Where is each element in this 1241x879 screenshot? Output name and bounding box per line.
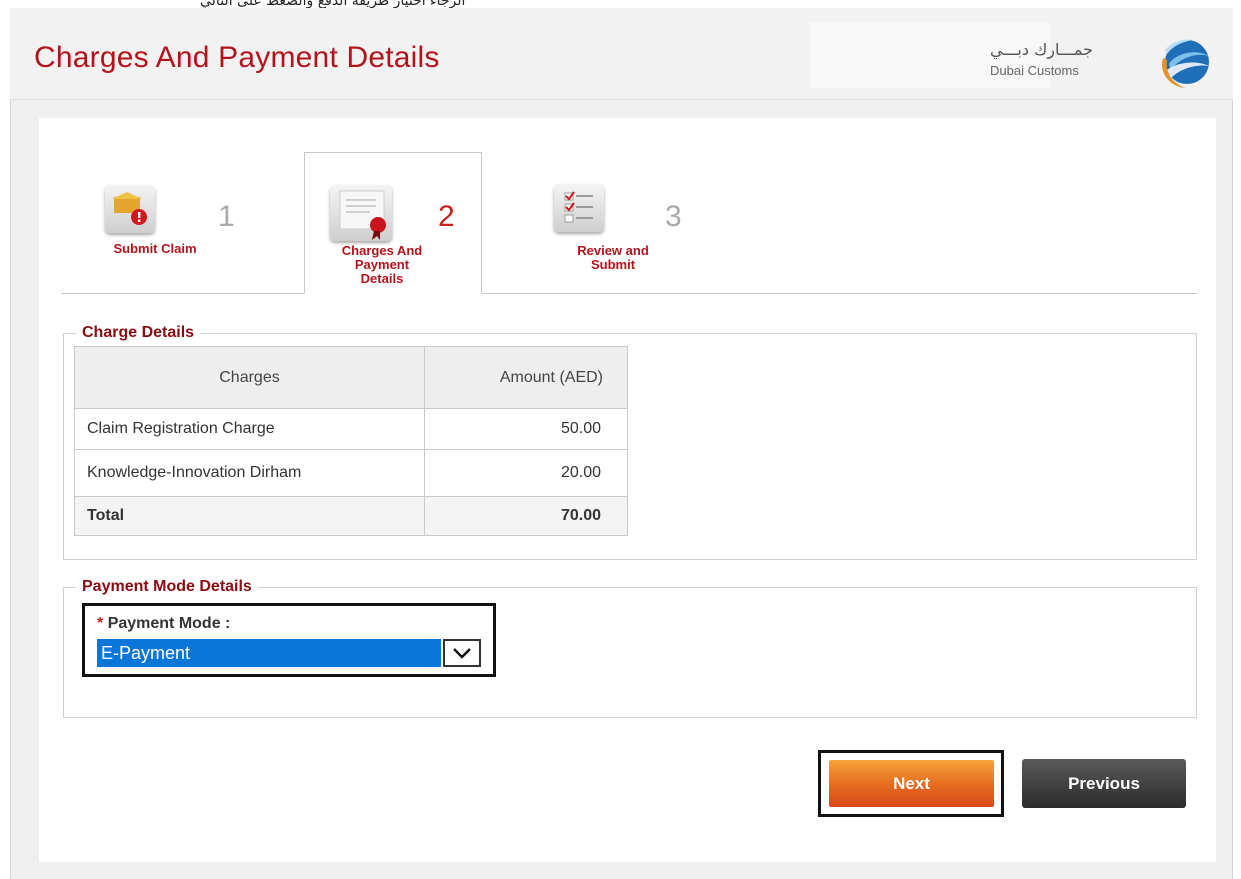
certificate-icon: [330, 185, 392, 241]
amount-column-header: Amount (AED): [424, 346, 628, 409]
folder-alert-icon: [105, 185, 155, 233]
table-row: Knowledge-Innovation Dirham 20.00: [74, 449, 628, 497]
payment-mode-label-text: Payment Mode :: [107, 615, 231, 632]
charges-table: Charges Amount (AED) Claim Registration …: [74, 346, 628, 536]
payment-mode-label: * Payment Mode :: [97, 615, 230, 633]
step-review-and-submit[interactable]: 3 Review and Submit: [540, 170, 730, 280]
table-row: Claim Registration Charge 50.00: [74, 408, 628, 450]
total-amount: 70.00: [424, 496, 628, 536]
logo-english-text: Dubai Customs: [990, 63, 1079, 78]
charge-details-legend: Charge Details: [82, 324, 195, 341]
step-number: 2: [438, 200, 455, 233]
step-label: Submit Claim: [113, 241, 197, 256]
payment-mode-highlight: * Payment Mode : E-Payment: [82, 603, 496, 677]
charge-name: Knowledge-Innovation Dirham: [74, 449, 425, 497]
globe-logo-icon: [1161, 39, 1209, 88]
step-number: 1: [218, 200, 235, 233]
payment-mode-legend: Payment Mode Details: [82, 578, 252, 595]
required-marker: *: [97, 615, 104, 632]
charges-column-header: Charges: [74, 346, 425, 409]
charge-amount: 20.00: [424, 449, 628, 497]
step-charges-and-payment[interactable]: 2 Charges And Payment Details: [315, 170, 475, 290]
charge-name: Claim Registration Charge: [74, 408, 425, 450]
steps-divider: [61, 293, 1197, 294]
next-button[interactable]: Next: [829, 760, 994, 807]
step-label: Review and Submit: [577, 243, 649, 272]
charge-amount: 50.00: [424, 408, 628, 450]
checklist-icon: [554, 184, 604, 232]
logo-arabic-text: جمـــارك دبـــي: [990, 40, 1094, 59]
step-label: Charges And Payment Details: [341, 243, 423, 286]
total-row: Total 70.00: [74, 496, 628, 536]
total-label: Total: [74, 496, 425, 536]
dubai-customs-logo: جمـــارك دبـــي Dubai Customs: [982, 28, 1228, 98]
page-header: Charges And Payment Details جمـــارك دبـ…: [10, 8, 1233, 100]
previous-button[interactable]: Previous: [1022, 759, 1186, 808]
table-header-row: Charges Amount (AED): [74, 346, 628, 409]
page-title: Charges And Payment Details: [34, 41, 440, 74]
step-submit-claim[interactable]: 1 Submit Claim: [90, 170, 270, 280]
step-number: 3: [665, 200, 682, 233]
chevron-down-icon[interactable]: [443, 639, 481, 667]
payment-mode-select[interactable]: E-Payment: [97, 639, 441, 667]
